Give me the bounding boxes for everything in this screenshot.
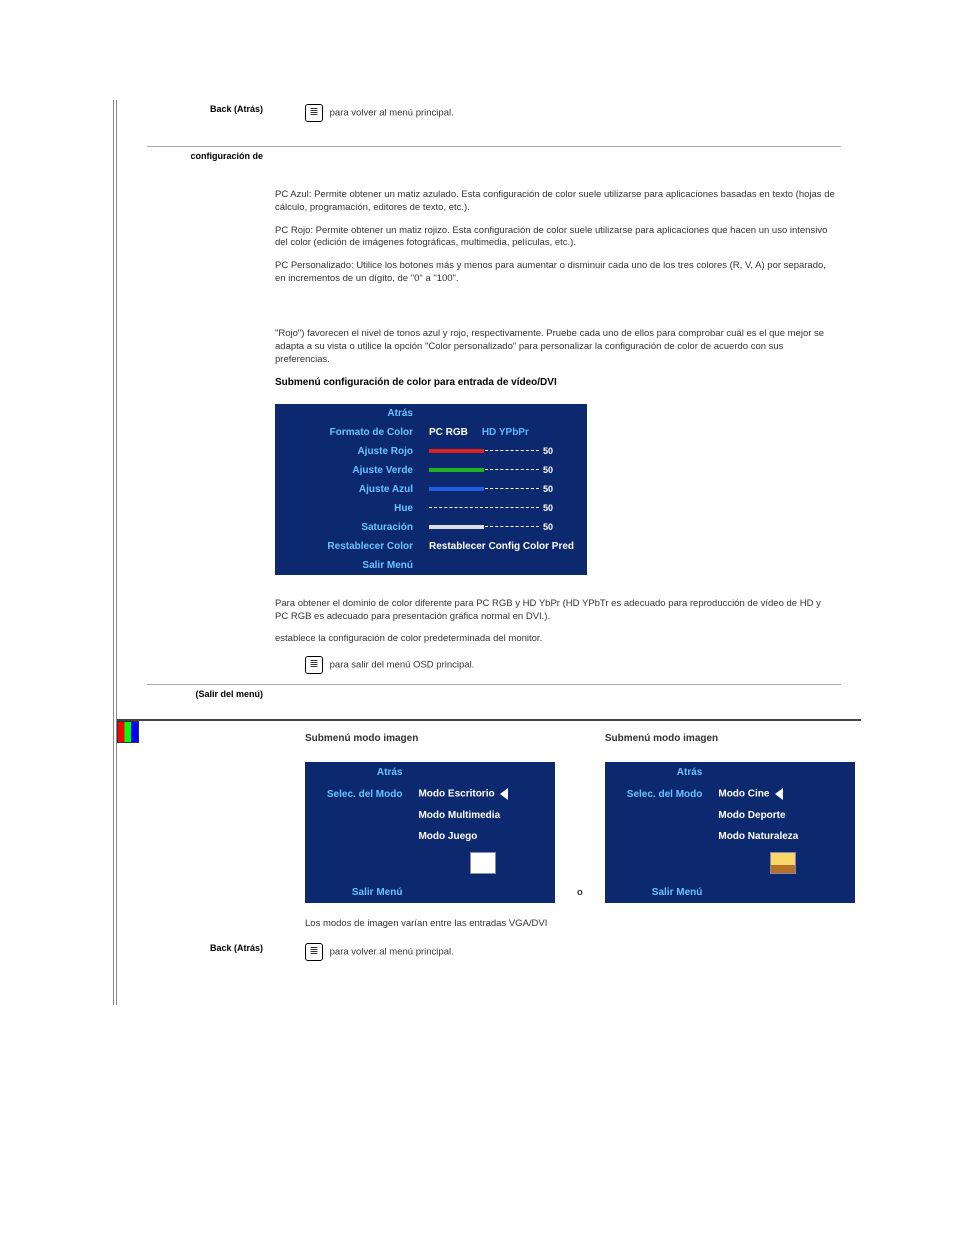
back-label: Back (Atrás) <box>147 100 269 147</box>
footer-exit: para salir del menú OSD principal. <box>330 660 475 671</box>
footer-establece: establece la configuración de color pred… <box>275 633 835 646</box>
color-section-table: Back (Atrás) para volver al menú princip… <box>147 100 841 719</box>
red-slider[interactable] <box>429 447 539 455</box>
osd-left-selec[interactable]: Selec. del Modo <box>305 783 410 805</box>
back-text-2: para volver al menú principal. <box>330 947 454 958</box>
section-icon-cell <box>115 100 147 719</box>
osd-image-left: Atrás Selec. del Modo Modo Escritorio Mo… <box>305 762 555 903</box>
modo-naturaleza[interactable]: Modo Naturaleza <box>710 826 854 847</box>
modo-multimedia[interactable]: Modo Multimedia <box>410 805 555 826</box>
osd-left-atras[interactable]: Atrás <box>305 762 410 783</box>
green-slider[interactable] <box>429 466 539 474</box>
osd-salir[interactable]: Salir Menú <box>275 556 421 575</box>
osd-color-menu: Atrás Formato de Color PC RGB HD YPbPr A… <box>275 404 587 575</box>
back-content: para volver al menú principal. <box>269 100 841 147</box>
osd-restablecer[interactable]: Restablecer Color <box>275 537 421 556</box>
salir-label: (Salir del menú) <box>147 685 269 720</box>
osd-ajuste-azul[interactable]: Ajuste Azul <box>275 480 421 499</box>
footer-para: Para obtener el dominio de color diferen… <box>275 598 835 624</box>
osd-formato[interactable]: Formato de Color <box>275 423 421 442</box>
pc-rojo-text: PC Rojo: Permite obtener un matiz rojizo… <box>275 225 835 251</box>
modo-juego[interactable]: Modo Juego <box>410 826 555 847</box>
osd-pcrgb[interactable]: PC RGB <box>429 427 468 438</box>
left-arrow-icon <box>775 788 783 800</box>
pc-pers-text: PC Personalizado: Utilice los botones má… <box>275 260 835 286</box>
pc-azul-text: PC Azul: Permite obtener un matiz azulad… <box>275 189 835 215</box>
image-mode-table: Submenú modo imagen Atrás Selec. del Mod… <box>147 721 861 1005</box>
image-mode-note: Los modos de imagen varían entre las ent… <box>305 918 855 931</box>
nature-mode-icon <box>770 852 796 874</box>
outer-table: Back (Atrás) para volver al menú princip… <box>113 100 861 1005</box>
osd-right-atras[interactable]: Atrás <box>605 762 711 783</box>
desktop-mode-icon <box>470 852 496 874</box>
modo-escritorio[interactable]: Modo Escritorio <box>418 789 494 800</box>
submenu-image-heading-right: Submenú modo imagen <box>605 733 855 744</box>
sat-slider[interactable] <box>429 523 539 531</box>
osd-ajuste-rojo[interactable]: Ajuste Rojo <box>275 442 421 461</box>
left-arrow-icon <box>500 788 508 800</box>
rojo-info-text: "Rojo") favorecen el nivel de tonos azul… <box>275 328 835 366</box>
blue-slider[interactable] <box>429 485 539 493</box>
osd-image-right: Atrás Selec. del Modo Modo Cine Modo Dep… <box>605 762 855 903</box>
modo-cine[interactable]: Modo Cine <box>718 789 769 800</box>
menu-button-icon[interactable] <box>305 104 323 122</box>
config-content: PC Azul: Permite obtener un matiz azulad… <box>269 147 841 685</box>
image-mode-icon-cell <box>115 720 147 1005</box>
osd-back[interactable]: Atrás <box>275 404 421 423</box>
menu-button-icon[interactable] <box>305 943 323 961</box>
o-separator: o <box>577 887 583 906</box>
image-mode-icon <box>117 721 139 743</box>
hue-slider[interactable] <box>429 504 539 512</box>
submenu-image-heading-left: Submenú modo imagen <box>305 733 555 744</box>
config-label: configuración de <box>147 147 269 685</box>
menu-button-icon[interactable] <box>305 656 323 674</box>
osd-right-salir[interactable]: Salir Menú <box>605 882 711 903</box>
osd-right-selec[interactable]: Selec. del Modo <box>605 783 711 805</box>
submenu-color-heading: Submenú configuración de color para entr… <box>275 376 835 390</box>
osd-hue[interactable]: Hue <box>275 499 421 518</box>
osd-ajuste-verde[interactable]: Ajuste Verde <box>275 461 421 480</box>
osd-hdypbpr[interactable]: HD YPbPr <box>482 427 529 438</box>
osd-restablecer-val[interactable]: Restablecer Config Color Pred <box>421 537 587 556</box>
image-mode-content: Submenú modo imagen Atrás Selec. del Mod… <box>269 721 861 939</box>
back-label-2: Back (Atrás) <box>147 939 269 1005</box>
osd-saturacion[interactable]: Saturación <box>275 518 421 537</box>
back-text: para volver al menú principal. <box>330 108 454 119</box>
modo-deporte[interactable]: Modo Deporte <box>710 805 854 826</box>
osd-left-salir[interactable]: Salir Menú <box>305 882 410 903</box>
